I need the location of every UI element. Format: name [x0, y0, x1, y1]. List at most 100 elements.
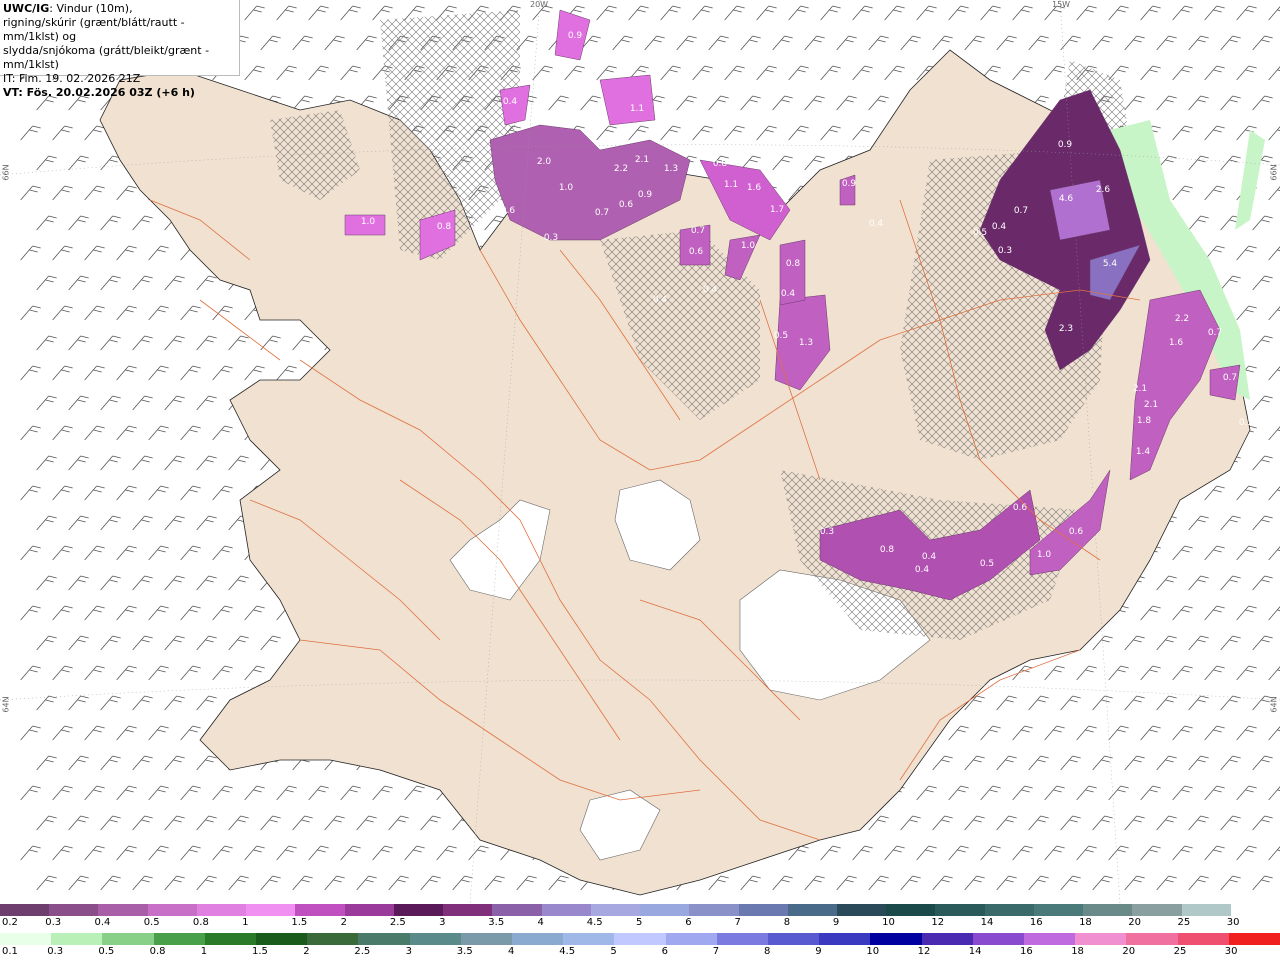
colorbar-swatch — [590, 904, 641, 916]
colorbar-tick-label: 30 — [1224, 946, 1238, 957]
precip-value-label: 1.8 — [1137, 416, 1152, 426]
precip-value-label: 0.3 — [544, 233, 558, 243]
colorbar-swatch — [1083, 904, 1133, 916]
lat-label-66n-left: 66N — [1, 164, 11, 181]
colorbar-swatch — [49, 904, 99, 916]
colorbar-swatch — [51, 933, 103, 945]
precip-value-label: 1.3 — [799, 338, 813, 348]
colorbar-swatch — [147, 904, 197, 916]
colorbar-swatch — [738, 904, 788, 916]
precip-value-label: 0.4 — [703, 285, 718, 295]
colorbar-tick-label: 6 — [685, 917, 692, 928]
colorbar-tick-label: 12 — [931, 917, 945, 928]
colorbar-swatch — [935, 904, 985, 916]
colorbar-swatch — [102, 933, 154, 945]
precip-value-label: 0.6 — [689, 247, 704, 257]
precip-value-label: 0.4 — [922, 552, 937, 562]
precip-value-label: 0.5 — [774, 331, 788, 341]
model-name: UWC/IG — [3, 2, 50, 15]
precip-value-label: 1.4 — [1136, 447, 1151, 457]
colorbar-tick-label: 2 — [340, 917, 347, 928]
colorbar-tick-label: 0.5 — [143, 917, 160, 928]
colorbar-tick-label: 3 — [439, 917, 446, 928]
precip-value-label: 2.0 — [537, 157, 552, 167]
colorbar-swatch — [295, 904, 345, 916]
colorbar-tick-label: 30 — [1226, 917, 1240, 928]
colorbar-swatch — [409, 933, 461, 945]
colorbar-tick-label: 16 — [1020, 946, 1033, 957]
colorbar-swatch — [1230, 904, 1280, 916]
colorbar-swatch — [1132, 904, 1182, 916]
lon-label-15w: 15W — [1052, 0, 1071, 9]
colorbar-tick-label: 6 — [661, 946, 668, 957]
colorbar-tick-label: 2.5 — [354, 946, 371, 957]
colorbar-swatch — [689, 904, 739, 916]
colorbar-swatch — [836, 904, 887, 916]
colorbar-swatch — [886, 904, 936, 916]
colorbar-tick-label: 0.4 — [94, 917, 111, 928]
colorbar-swatch — [246, 904, 296, 916]
colorbar-swatch — [204, 933, 257, 945]
precip-value-label: 0.5 — [1239, 418, 1253, 428]
colorbar-swatch — [716, 933, 769, 945]
precip-value-label: 0.9 — [1058, 140, 1073, 150]
colorbar-swatch — [1075, 933, 1127, 945]
precip-value-label: 1.1 — [630, 104, 644, 114]
precip-value-label: 1.3 — [664, 164, 678, 174]
lon-label-20w: 20W — [530, 0, 549, 9]
precip-value-label: 2.1 — [635, 155, 649, 165]
colorbar-tick-label: 18 — [1071, 946, 1084, 957]
precip-value-label: 2.2 — [1175, 314, 1189, 324]
colorbar-top — [0, 904, 1280, 916]
colorbar-swatch — [972, 933, 1025, 945]
precip-value-label: 0.5 — [980, 559, 994, 569]
precip-value-label: 0.3 — [820, 527, 834, 537]
precip-value-label: 4.6 — [1059, 194, 1074, 204]
colorbar-swatch — [984, 904, 1034, 916]
precip-value-label: 1.1 — [724, 180, 738, 190]
colorbar-tick-label: 0.5 — [98, 946, 115, 957]
colorbar-bottom — [0, 933, 1280, 945]
precip-value-label: 0.8 — [786, 259, 801, 269]
colorbar-swatch — [787, 904, 837, 916]
colorbar-swatch — [492, 904, 542, 916]
colorbar-tick-label: 8 — [783, 917, 791, 928]
colorbar-swatch — [0, 904, 50, 916]
colorbar-swatch — [256, 933, 308, 945]
precip-value-label: 0.4 — [781, 289, 796, 299]
colorbar-swatch — [98, 904, 148, 916]
precip-value-label: 0.8 — [437, 222, 452, 232]
precip-value-label: 0.3 — [998, 246, 1012, 256]
colorbar-tick-label: 5 — [610, 946, 617, 957]
issue-time: IT: Fim. 19. 02. 2026 21Z — [3, 72, 141, 85]
colorbar-tick-label: 0.8 — [192, 917, 209, 928]
colorbar-tick-label: 4 — [508, 946, 515, 957]
precip-value-label: 0.9 — [638, 190, 653, 200]
colorbar-swatch — [153, 933, 205, 945]
colorbar-tick-label: 3.5 — [456, 946, 473, 957]
colorbar-swatch — [307, 933, 359, 945]
precip-value-label: 0.4 — [915, 565, 930, 575]
colorbar-tick-label: 16 — [1029, 917, 1043, 928]
precip-value-label: 0.7 — [1208, 328, 1222, 338]
colorbar-swatch — [870, 933, 922, 945]
description-line-2: rigning/skúrir (grænt/blátt/rautt - mm/1… — [3, 16, 185, 43]
precip-value-label: 0.4 — [503, 97, 518, 107]
colorbar-tick-label: 14 — [980, 917, 994, 928]
colorbar-swatch — [541, 904, 591, 916]
colorbar-tick-label: 3.5 — [488, 917, 505, 928]
precip-value-label: 1.0 — [361, 217, 376, 227]
info-box: UWC/IG: Vindur (10m), rigning/skúrir (gr… — [0, 0, 240, 99]
colorbar-swatch — [1228, 933, 1280, 945]
colorbar-swatch — [1024, 933, 1076, 945]
colorbar-swatch — [196, 904, 247, 916]
precip-value-label: 0.9 — [568, 31, 583, 41]
colorbar-swatch — [640, 904, 690, 916]
colorbar-tick-label: 25 — [1173, 946, 1187, 957]
colorbar-swatch — [563, 933, 615, 945]
precip-value-label: 0.4 — [992, 222, 1007, 232]
colorbar-swatch — [665, 933, 717, 945]
colorbar-swatch — [0, 933, 52, 945]
precip-value-label: 1.0 — [741, 241, 756, 251]
colorbar-tick-label: 0.3 — [47, 946, 64, 957]
